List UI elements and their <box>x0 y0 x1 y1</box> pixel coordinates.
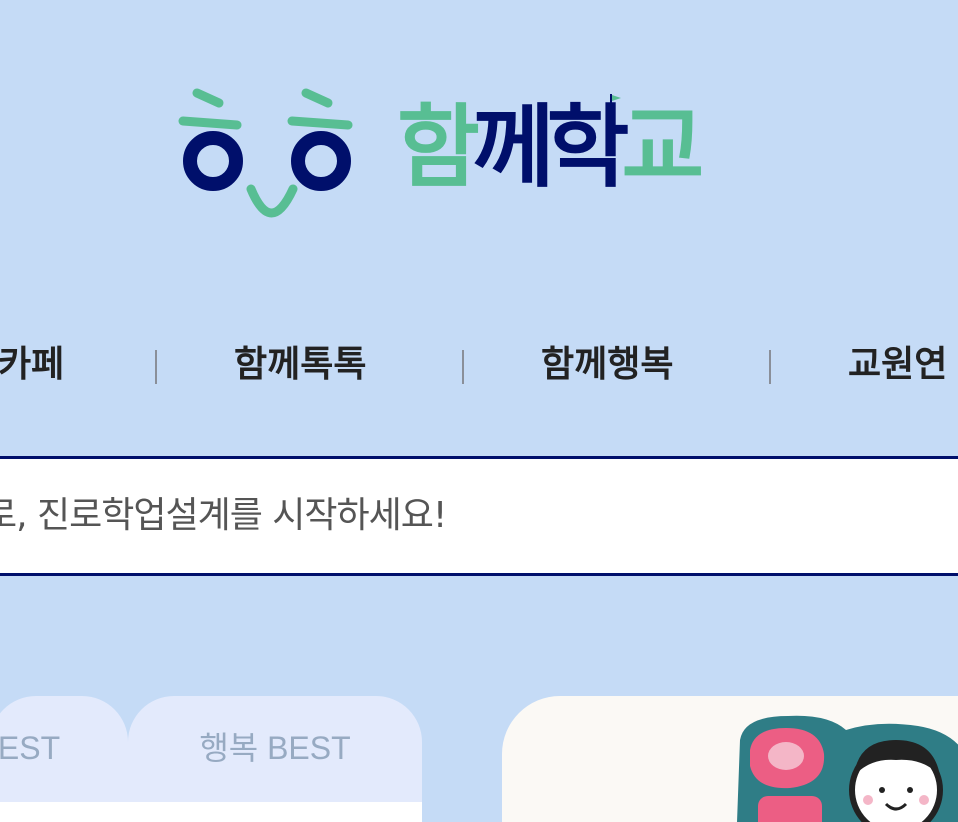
flag-icon <box>610 94 621 110</box>
logo-char: 께 <box>471 95 555 200</box>
nav-item-together-happiness[interactable]: 함께행복 <box>541 332 673 398</box>
tab-best[interactable]: EST <box>0 696 128 802</box>
best-tabs-panel: EST 행복 BEST <box>0 696 422 822</box>
logo-char: 함 <box>397 95 480 200</box>
logo-char: 교 <box>621 95 704 200</box>
logo-wordmark: 함께학교 <box>397 93 704 203</box>
character-illustration-icon <box>737 715 958 822</box>
nav-item-teacher-research[interactable]: 교원연 <box>848 332 947 398</box>
nav-item-cafe[interactable]: 카페 <box>0 332 64 398</box>
main-nav: 카페 함께톡톡 함께행복 교원연 <box>0 332 958 398</box>
promo-card[interactable] <box>502 696 958 822</box>
nav-divider <box>462 350 464 384</box>
tab-content-area <box>0 802 422 822</box>
nav-divider <box>769 350 771 384</box>
tab-happiness-best[interactable]: 행복 BEST <box>128 696 422 802</box>
nav-divider <box>155 350 157 384</box>
site-logo[interactable]: 함께학교 <box>175 85 765 225</box>
smiling-face-logo-icon <box>178 88 353 218</box>
page: 함께학교 카페 함께톡톡 함께행복 교원연 로, 진로학업설계를 시작하세요! … <box>0 0 958 822</box>
banner-text: 로, 진로학업설계를 시작하세요! <box>0 495 447 536</box>
nav-item-together-talk[interactable]: 함께톡톡 <box>234 332 366 398</box>
career-banner[interactable]: 로, 진로학업설계를 시작하세요! <box>0 456 958 576</box>
